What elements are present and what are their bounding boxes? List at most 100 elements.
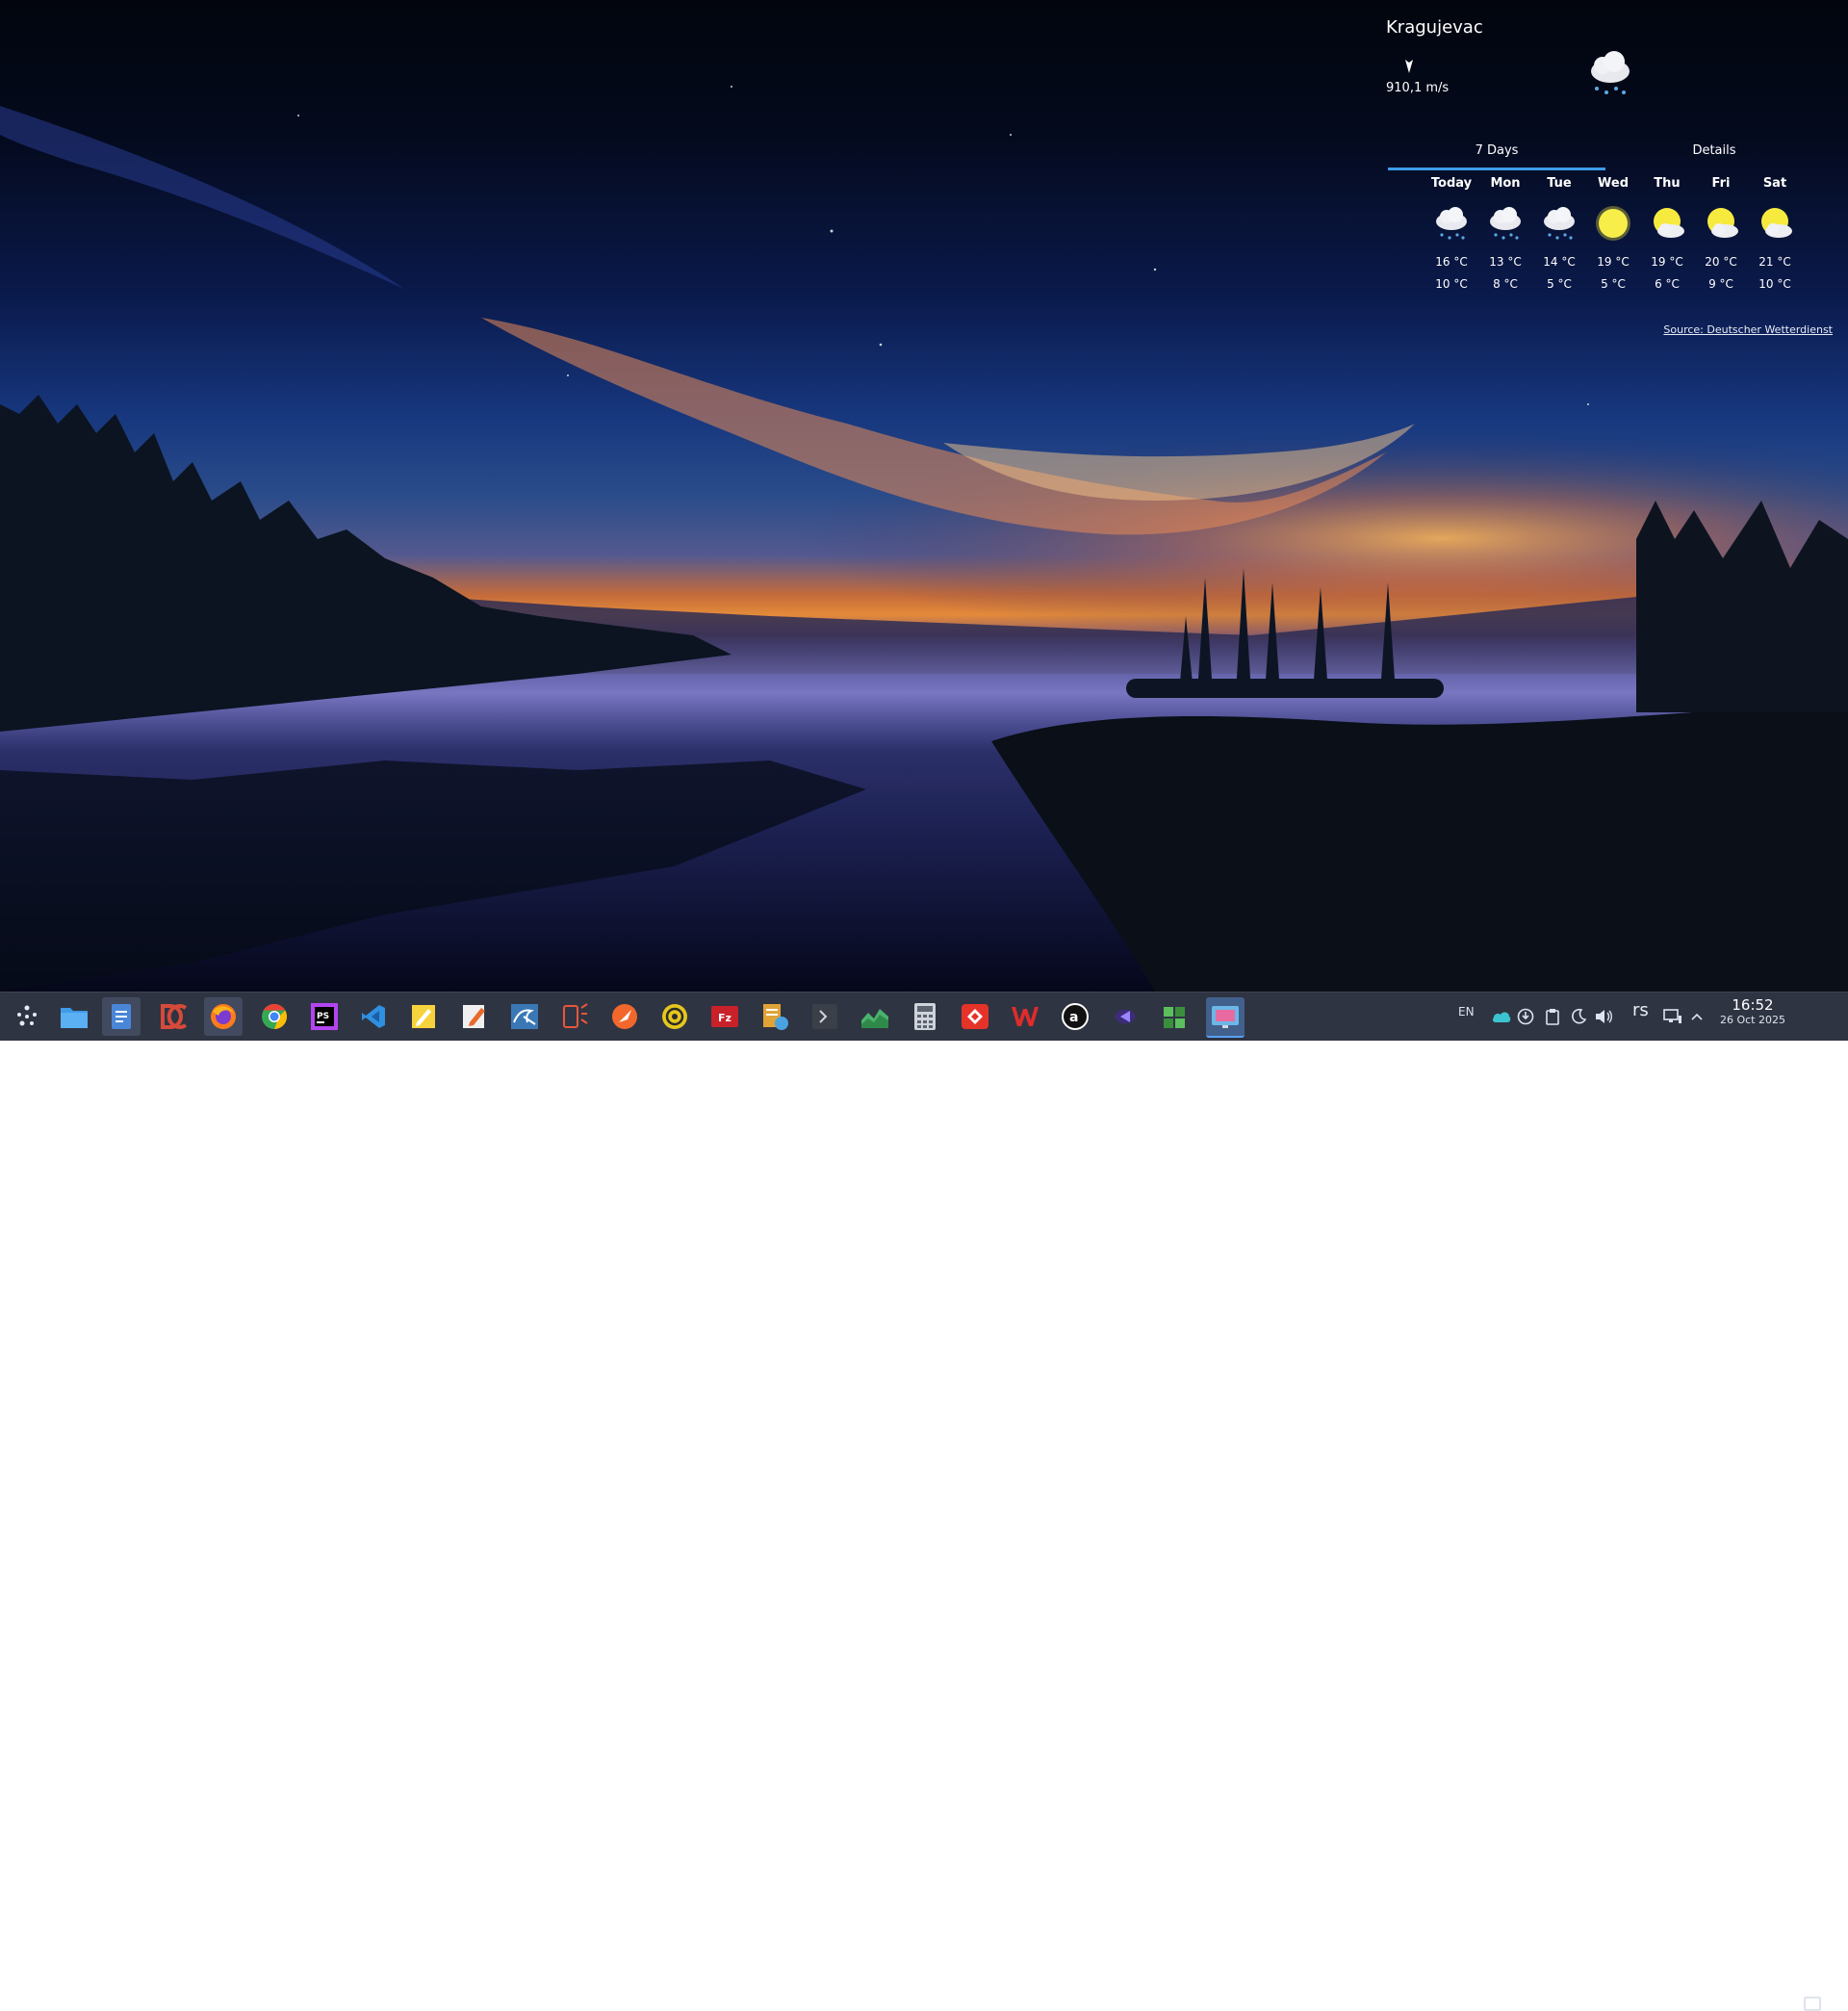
- cloud-sync-icon[interactable]: [1492, 1007, 1511, 1026]
- double-commander-icon: [161, 1004, 188, 1029]
- qt-creator-icon: [1115, 1009, 1136, 1024]
- partly-cloudy-icon: [1707, 208, 1738, 238]
- package-manager-icon: [1164, 1007, 1185, 1028]
- taskbar-chrome[interactable]: [255, 997, 294, 1036]
- taskbar-calculator[interactable]: [906, 997, 944, 1036]
- taskbar-screenshot-tool[interactable]: [1206, 997, 1245, 1038]
- wind-speed: 910,1 m/s: [1386, 81, 1450, 95]
- weather-location: Kragujevac: [1386, 17, 1483, 38]
- terminal-icon: [812, 1004, 837, 1029]
- day-low-temp: 10 °C: [1435, 277, 1468, 291]
- amazon-icon: a: [1062, 1003, 1089, 1030]
- firefox-icon: [211, 1004, 236, 1029]
- partly-cloudy-icon: [1654, 208, 1684, 238]
- anydesk-icon: [962, 1004, 988, 1029]
- forecast-day-thu: Thu 19 °C 6 °C: [1640, 175, 1694, 296]
- day-low-temp: 10 °C: [1758, 277, 1791, 291]
- gear-icon: [662, 1004, 687, 1029]
- network-icon[interactable]: [1663, 1007, 1682, 1026]
- taskbar-anydesk[interactable]: [956, 997, 994, 1036]
- digital-clock[interactable]: 16:52 26 Oct 2025: [1711, 996, 1794, 1027]
- weather-source-link[interactable]: Source: Deutscher Wetterdienst: [1663, 323, 1833, 336]
- day-high-temp: 19 °C: [1597, 255, 1630, 269]
- clipboard-icon[interactable]: [1543, 1007, 1562, 1026]
- taskbar-terminal[interactable]: [806, 997, 844, 1036]
- day-high-temp: 21 °C: [1758, 255, 1791, 269]
- taskbar-web-server[interactable]: [756, 997, 794, 1036]
- tab-details[interactable]: Details: [1605, 139, 1823, 168]
- taskbar-mysql-workbench[interactable]: [505, 997, 544, 1036]
- screenshot-icon: [1212, 1006, 1239, 1028]
- day-low-temp: 9 °C: [1708, 277, 1733, 291]
- taskbar-vscode[interactable]: [354, 997, 393, 1036]
- wps-office-icon: [1012, 1007, 1039, 1026]
- vscode-icon: [362, 1005, 385, 1028]
- keyboard-layout-indicator[interactable]: rs: [1632, 1000, 1649, 1020]
- forecast-day-wed: Wed 19 °C 5 °C: [1586, 175, 1640, 296]
- taskbar-doublecmd[interactable]: [155, 997, 193, 1036]
- day-name: Tue: [1547, 176, 1572, 191]
- compass-icon: [612, 1004, 637, 1029]
- system-monitor-icon: [861, 1009, 888, 1028]
- web-server-icon: [763, 1004, 788, 1030]
- filezilla-icon: Fz: [711, 1006, 738, 1027]
- app-launcher-button[interactable]: [8, 997, 46, 1036]
- day-name: Mon: [1490, 176, 1521, 191]
- forecast-day-mon: Mon 13 °C 8 °C: [1478, 175, 1532, 296]
- taskbar-text-editor[interactable]: [455, 997, 494, 1036]
- taskbar-notes[interactable]: [404, 997, 443, 1036]
- clock-date: 26 Oct 2025: [1719, 1014, 1785, 1026]
- chevron-up-icon[interactable]: [1687, 1007, 1707, 1026]
- taskbar-qt-creator[interactable]: [1106, 997, 1144, 1036]
- day-high-temp: 13 °C: [1489, 255, 1522, 269]
- rain-cloud-icon: [1436, 207, 1467, 240]
- rain-cloud-icon: [1490, 207, 1521, 240]
- language-indicator[interactable]: EN: [1458, 1005, 1475, 1018]
- day-high-temp: 14 °C: [1543, 255, 1576, 269]
- taskbar-package-manager[interactable]: [1156, 997, 1194, 1036]
- night-light-icon[interactable]: [1569, 1007, 1588, 1026]
- taskbar-compass[interactable]: [605, 997, 644, 1036]
- forecast-day-fri: Fri 20 °C 9 °C: [1694, 175, 1748, 296]
- taskbar-wps-office[interactable]: [1006, 997, 1044, 1036]
- current-rain-cloud-icon: [1591, 51, 1630, 94]
- taskbar-firefox[interactable]: [204, 997, 243, 1036]
- forecast-row: Today 16 °C 10 °C Mon 13 °C 8 °C Tue 14 …: [1424, 175, 1844, 291]
- day-name: Sat: [1762, 176, 1787, 191]
- rain-cloud-icon: [1544, 207, 1575, 240]
- taskbar-phpstorm[interactable]: PS: [305, 997, 344, 1036]
- calculator-icon: [914, 1003, 936, 1030]
- app-launcher-icon: [17, 1005, 37, 1026]
- taskbar-settings[interactable]: [655, 997, 694, 1036]
- taskbar-system-monitor[interactable]: [856, 997, 894, 1036]
- day-low-temp: 8 °C: [1493, 277, 1518, 291]
- text-editor-icon: [463, 1005, 485, 1028]
- svg-text:Fz: Fz: [718, 1012, 732, 1024]
- volume-icon[interactable]: [1594, 1007, 1613, 1026]
- day-high-temp: 16 °C: [1435, 255, 1468, 269]
- partly-cloudy-icon: [1761, 208, 1792, 238]
- weather-widget[interactable]: Kragujevac 910,1 m/s 7 Days Details Toda…: [1378, 0, 1848, 356]
- day-name: Fri: [1711, 176, 1731, 191]
- taskbar-devtools[interactable]: [555, 997, 594, 1036]
- taskbar-file-manager[interactable]: [55, 997, 93, 1036]
- document-icon: [112, 1004, 131, 1029]
- update-manager-icon[interactable]: [1516, 1007, 1535, 1026]
- taskbar-filezilla[interactable]: Fz: [706, 997, 744, 1036]
- notes-icon: [412, 1005, 435, 1028]
- svg-text:a: a: [1069, 1010, 1078, 1025]
- taskbar-text-document[interactable]: [102, 997, 141, 1036]
- clock-time: 16:52: [1732, 996, 1774, 1014]
- show-desktop-button[interactable]: [1804, 1997, 1821, 2011]
- sun-icon: [1596, 206, 1630, 241]
- forecast-day-tue: Tue 14 °C 5 °C: [1532, 175, 1586, 296]
- day-low-temp: 5 °C: [1601, 277, 1626, 291]
- taskbar-amazon[interactable]: a: [1056, 997, 1094, 1036]
- day-low-temp: 6 °C: [1655, 277, 1680, 291]
- forecast-day-sat: Sat 21 °C 10 °C: [1748, 175, 1802, 296]
- devtools-icon: [563, 1003, 588, 1028]
- day-high-temp: 20 °C: [1705, 255, 1737, 269]
- forecast-day-today: Today 16 °C 10 °C: [1424, 175, 1478, 296]
- tab-7-days[interactable]: 7 Days: [1388, 139, 1605, 170]
- svg-text:PS: PS: [317, 1012, 329, 1021]
